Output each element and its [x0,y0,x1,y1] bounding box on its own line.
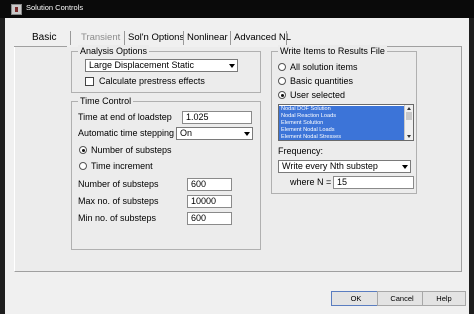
window-title: Solution Controls [26,3,84,12]
basic-tab-panel: Analysis Options Large Displacement Stat… [14,45,462,272]
all-solution-items-radio[interactable] [278,63,286,71]
analysis-options-group: Analysis Options Large Displacement Stat… [71,45,261,93]
basic-quantities-radio[interactable] [278,77,286,85]
num-substeps-label: Number of substeps [78,179,159,189]
frequency-label: Frequency: [278,146,324,156]
tab-separator [124,31,125,45]
list-item[interactable]: Nodal Reaction Loads [279,113,404,120]
max-substeps-field[interactable]: 10000 [187,195,232,208]
group-title: Write Items to Results File [278,45,387,57]
list-item[interactable]: Element Solution [279,120,404,127]
scroll-down-icon[interactable] [407,135,411,138]
time-increment-radio-label: Time increment [91,161,153,171]
title-bar[interactable]: Solution Controls [0,0,474,18]
chevron-down-icon [244,132,250,136]
ok-button[interactable]: OK [331,291,381,306]
n-label: where N = [290,177,332,187]
group-title: Time Control [78,95,134,107]
solution-controls-dialog: Basic Transient Sol'n Options Nonlinear … [5,18,469,314]
help-button[interactable]: Help [422,291,466,306]
min-substeps-field[interactable]: 600 [187,212,232,225]
tab-separator [183,31,184,45]
listbox-scrollbar[interactable] [404,105,413,140]
list-item[interactable]: Element Nodal Loads [279,127,404,134]
prestress-label: Calculate prestress effects [99,76,205,86]
max-substeps-label: Max no. of substeps [78,196,159,206]
auto-stepping-value: On [180,128,193,138]
list-item[interactable]: Element Nodal Stresses [279,134,404,140]
tab-separator [230,31,231,45]
user-selected-radio[interactable] [278,91,286,99]
tab-soln-options[interactable]: Sol'n Options [128,31,184,45]
num-substeps-radio-label: Number of substeps [91,145,172,155]
n-value-field[interactable]: 15 [333,176,414,189]
list-item[interactable]: Nodal DOF Solution [279,106,404,113]
app-icon [11,4,22,15]
scroll-up-icon[interactable] [407,107,411,110]
time-increment-radio[interactable] [79,162,87,170]
analysis-type-value: Large Displacement Static [89,60,195,70]
all-solution-items-label: All solution items [290,62,358,72]
chevron-down-icon [402,165,408,169]
user-selected-label: User selected [290,90,346,100]
auto-stepping-dropdown[interactable]: On [176,127,253,140]
tab-basic[interactable]: Basic [32,31,56,45]
prestress-checkbox[interactable] [85,77,94,86]
cancel-button[interactable]: Cancel [377,291,427,306]
results-file-group: Write Items to Results File All solution… [271,45,417,194]
end-time-label: Time at end of loadstep [78,112,172,122]
end-time-field[interactable]: 1.025 [182,111,252,124]
tab-transient[interactable]: Transient [81,31,120,45]
min-substeps-label: Min no. of substeps [78,213,157,223]
chevron-down-icon [229,64,235,68]
tab-advanced-nl[interactable]: Advanced NL [234,31,291,45]
tab-nonlinear[interactable]: Nonlinear [187,31,228,45]
tab-separator [286,31,287,45]
num-substeps-radio[interactable] [79,146,87,154]
num-substeps-field[interactable]: 600 [187,178,232,191]
time-control-group: Time Control Time at end of loadstep 1.0… [71,95,261,250]
frequency-value: Write every Nth substep [282,161,378,171]
frequency-dropdown[interactable]: Write every Nth substep [278,160,411,173]
analysis-type-dropdown[interactable]: Large Displacement Static [85,59,238,72]
basic-quantities-label: Basic quantities [290,76,354,86]
result-items-listbox[interactable]: Nodal DOF Solution Nodal Reaction Loads … [278,104,414,141]
group-title: Analysis Options [78,45,150,57]
tab-separator [70,31,71,45]
auto-stepping-label: Automatic time stepping [78,128,175,138]
scroll-thumb[interactable] [406,112,412,120]
